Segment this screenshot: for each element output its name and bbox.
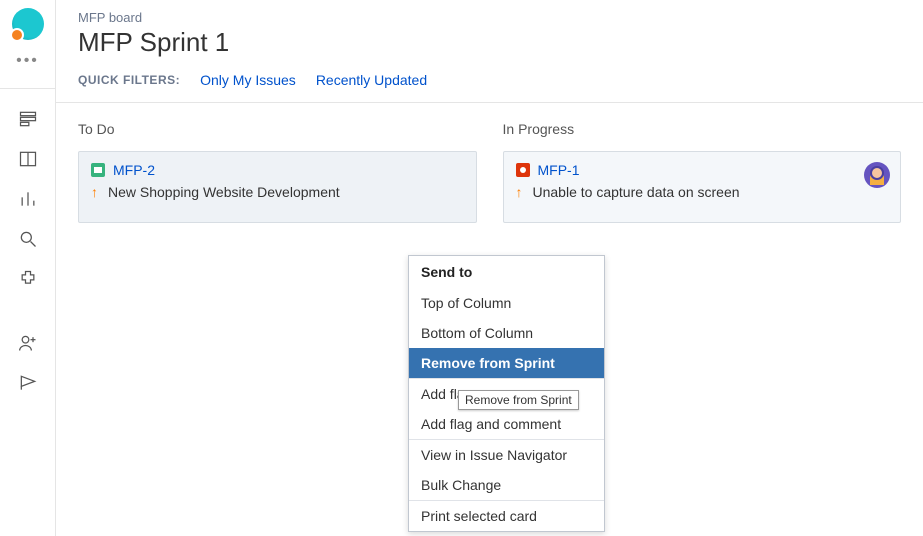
- ctx-header-send-to: Send to: [409, 256, 604, 288]
- ctx-top-of-column[interactable]: Top of Column: [409, 288, 604, 318]
- search-icon[interactable]: [16, 227, 40, 251]
- backlog-icon[interactable]: [16, 107, 40, 131]
- feedback-icon[interactable]: [16, 371, 40, 395]
- card-key[interactable]: MFP-1: [538, 162, 580, 178]
- priority-up-icon: ↑: [516, 185, 523, 199]
- quick-filters-row: QUICK FILTERS: Only My Issues Recently U…: [78, 72, 901, 88]
- sprint-title: MFP Sprint 1: [78, 27, 901, 58]
- card-summary: Unable to capture data on screen: [533, 184, 740, 200]
- card-key[interactable]: MFP-2: [113, 162, 155, 178]
- story-issuetype-icon: [91, 163, 105, 177]
- left-sidebar: •••: [0, 0, 56, 536]
- filter-recently-updated[interactable]: Recently Updated: [316, 72, 427, 88]
- app-root: ••• MFP board MFP Sprint 1 QU: [0, 0, 923, 536]
- addon-icon[interactable]: [16, 267, 40, 291]
- bug-issuetype-icon: [516, 163, 530, 177]
- filters-label: QUICK FILTERS:: [78, 73, 180, 87]
- add-user-icon[interactable]: [16, 331, 40, 355]
- ctx-remove-from-sprint[interactable]: Remove from Sprint: [409, 348, 604, 378]
- hover-tooltip: Remove from Sprint: [458, 390, 579, 410]
- ctx-bottom-of-column[interactable]: Bottom of Column: [409, 318, 604, 348]
- ctx-view-in-navigator[interactable]: View in Issue Navigator: [409, 440, 604, 470]
- ctx-print-selected-card[interactable]: Print selected card: [409, 501, 604, 531]
- column-title: In Progress: [503, 121, 902, 137]
- card-mfp-2[interactable]: MFP-2 ↑ New Shopping Website Development: [78, 151, 477, 223]
- project-avatar-icon[interactable]: [12, 8, 44, 40]
- reports-icon[interactable]: [16, 187, 40, 211]
- board-header: MFP board MFP Sprint 1 QUICK FILTERS: On…: [56, 0, 923, 103]
- card-mfp-1[interactable]: MFP-1 ↑ Unable to capture data on screen: [503, 151, 902, 223]
- ctx-add-flag-comment[interactable]: Add flag and comment: [409, 409, 604, 439]
- filter-only-my-issues[interactable]: Only My Issues: [200, 72, 296, 88]
- more-menu-icon[interactable]: •••: [16, 52, 39, 70]
- board-name: MFP board: [78, 10, 901, 25]
- assignee-avatar[interactable]: [864, 162, 890, 188]
- ctx-bulk-change[interactable]: Bulk Change: [409, 470, 604, 500]
- card-summary: New Shopping Website Development: [108, 184, 340, 200]
- column-title: To Do: [78, 121, 477, 137]
- priority-up-icon: ↑: [91, 185, 98, 199]
- board-icon[interactable]: [16, 147, 40, 171]
- sidebar-divider: [0, 88, 55, 89]
